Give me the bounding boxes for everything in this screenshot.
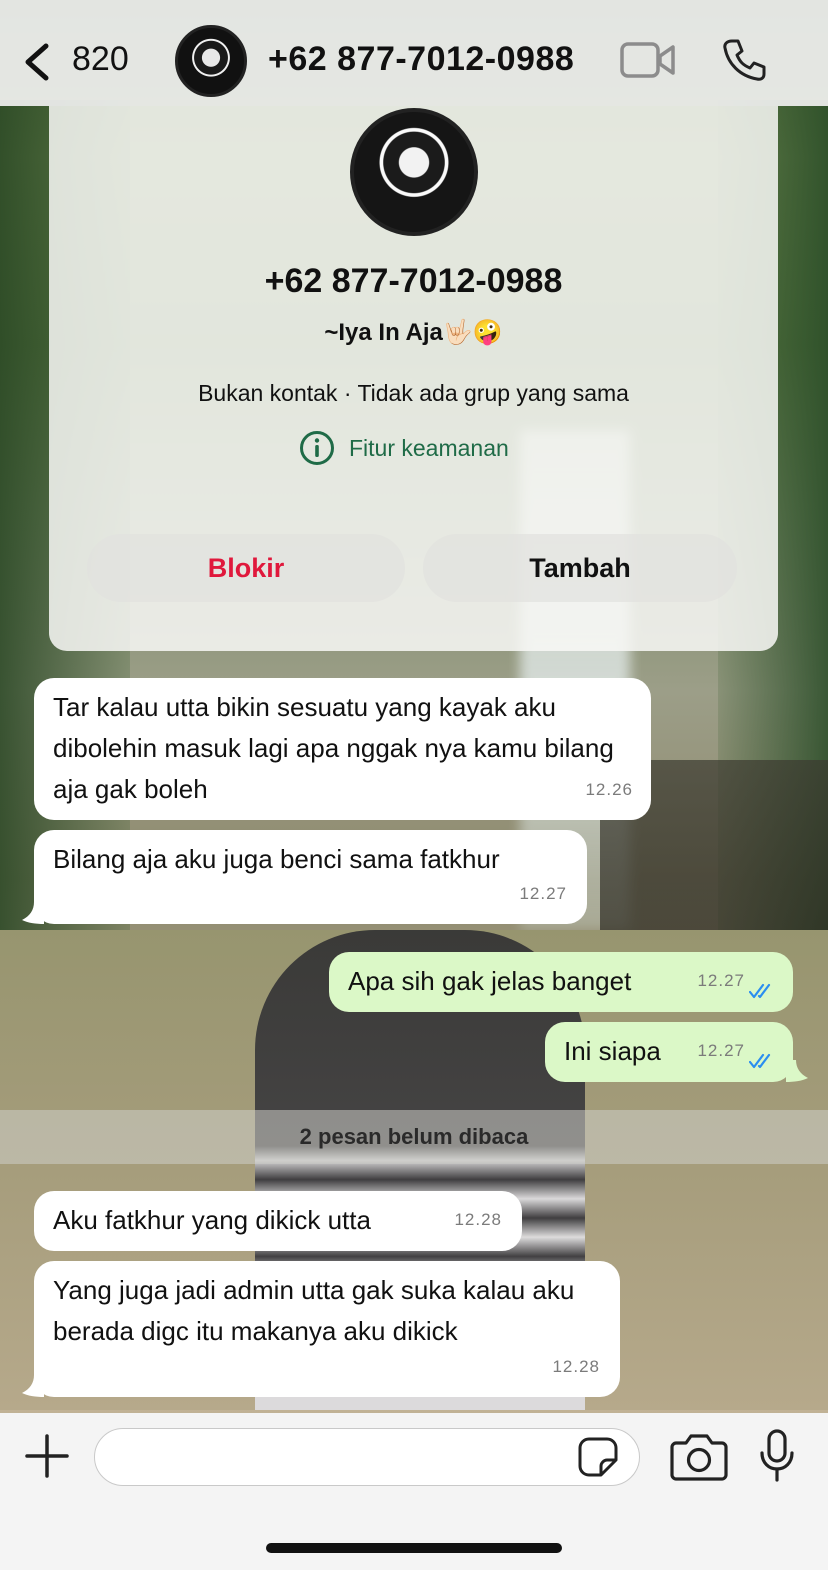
chevron-left-icon[interactable]	[22, 42, 52, 82]
message-time: 12.26	[585, 780, 633, 799]
composer-bar	[0, 1413, 828, 1570]
message-text: Aku fatkhur yang dikick utta	[53, 1205, 371, 1235]
sticker-icon[interactable]	[577, 1436, 619, 1478]
message-text: Bilang aja aku juga benci sama fatkhur	[53, 844, 500, 874]
contact-info-card: +62 877-7012-0988 ~Iya In Aja🤟🏻🤪 Bukan k…	[49, 106, 778, 651]
video-camera-icon[interactable]	[620, 40, 676, 80]
add-contact-button[interactable]: Tambah	[423, 534, 737, 602]
message-time: 12.27	[697, 1041, 745, 1060]
message-text: Yang juga jadi admin utta gak suka kalau…	[53, 1275, 575, 1346]
message-incoming[interactable]: Bilang aja aku juga benci sama fatkhur 1…	[34, 830, 587, 924]
unread-messages-divider: 2 pesan belum dibaca	[0, 1110, 828, 1164]
message-input[interactable]	[94, 1428, 640, 1486]
message-text: Tar kalau utta bikin sesuatu yang kayak …	[53, 692, 614, 804]
contact-profile-photo[interactable]	[350, 108, 478, 236]
unread-messages-label: 2 pesan belum dibaca	[299, 1124, 529, 1149]
info-icon	[300, 431, 334, 465]
bubble-tail	[786, 1060, 808, 1082]
bubble-tail	[22, 902, 44, 924]
read-receipt-icon	[749, 1053, 771, 1069]
read-receipt-icon	[749, 983, 771, 999]
contact-avatar[interactable]	[175, 25, 247, 97]
message-incoming[interactable]: Yang juga jadi admin utta gak suka kalau…	[34, 1261, 620, 1397]
message-incoming[interactable]: Tar kalau utta bikin sesuatu yang kayak …	[34, 678, 651, 820]
home-indicator[interactable]	[266, 1543, 562, 1553]
phone-icon[interactable]	[722, 38, 766, 82]
unread-chats-count[interactable]: 820	[72, 40, 129, 79]
message-outgoing[interactable]: Apa sih gak jelas banget 12.27	[329, 952, 793, 1012]
message-incoming[interactable]: Aku fatkhur yang dikick utta 12.28	[34, 1191, 522, 1251]
contact-about: ~Iya In Aja🤟🏻🤪	[324, 319, 503, 346]
block-button[interactable]: Blokir	[87, 534, 405, 602]
message-time: 12.28	[552, 1357, 600, 1376]
message-outgoing[interactable]: Ini siapa 12.27	[545, 1022, 793, 1082]
microphone-icon[interactable]	[758, 1429, 796, 1483]
contact-phone-number: +62 877-7012-0988	[264, 262, 563, 300]
contact-status-line: Bukan kontak · Tidak ada grup yang sama	[198, 380, 629, 406]
chat-header: 820 +62 877-7012-0988	[0, 0, 828, 106]
plus-icon[interactable]	[24, 1433, 70, 1479]
bubble-tail	[22, 1375, 44, 1397]
camera-icon[interactable]	[670, 1431, 728, 1481]
message-time: 12.28	[454, 1210, 502, 1229]
security-features-link[interactable]: Fitur keamanan	[299, 430, 509, 466]
message-time: 12.27	[519, 884, 567, 903]
security-features-label: Fitur keamanan	[349, 434, 509, 461]
contact-title[interactable]: +62 877-7012-0988	[268, 40, 574, 79]
message-time: 12.27	[697, 971, 745, 990]
